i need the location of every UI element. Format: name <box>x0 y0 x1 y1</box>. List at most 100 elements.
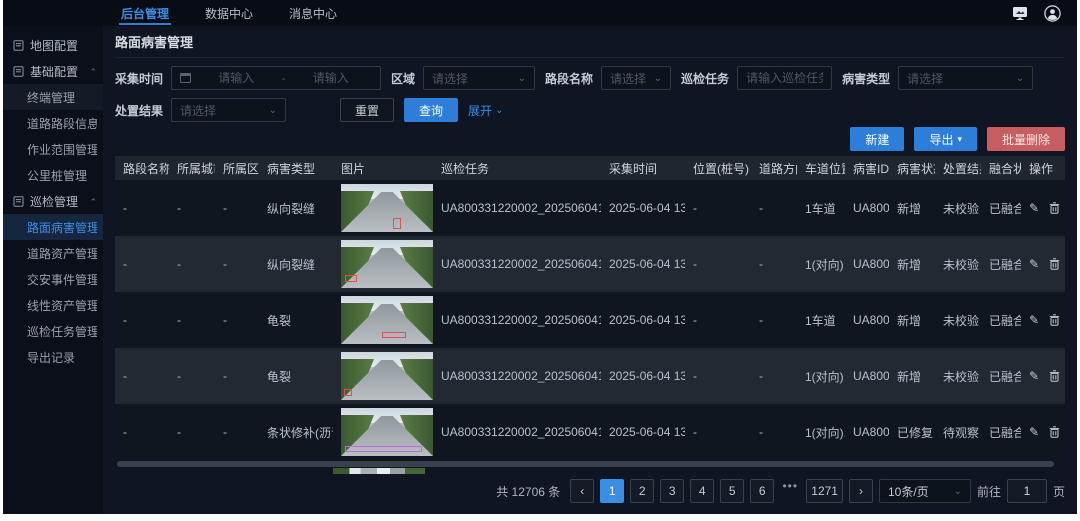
road-photo-thumbnail[interactable] <box>341 408 433 456</box>
filter-collect-time: 采集时间 - <box>115 66 381 90</box>
column-header-county: 所属区县 <box>215 160 259 177</box>
page-button-4[interactable]: 4 <box>690 479 714 503</box>
search-button[interactable]: 查询 <box>404 98 458 122</box>
edit-icon[interactable]: ✎ <box>1029 425 1039 439</box>
task-label: 巡检任务 <box>681 70 729 87</box>
goto-page-input[interactable] <box>1007 479 1047 503</box>
cell-fusion: 已融合 <box>981 424 1021 441</box>
task-input[interactable] <box>746 71 823 85</box>
result-select[interactable]: 请选择 ⌄ <box>171 98 286 122</box>
road-photo-thumbnail[interactable] <box>341 184 433 232</box>
scrollbar-thumb[interactable] <box>117 461 1054 467</box>
page-button-5[interactable]: 5 <box>720 479 744 503</box>
sidebar-item-export-records[interactable]: 导出记录 <box>3 344 103 370</box>
road-photo-thumbnail[interactable] <box>341 296 433 344</box>
region-select[interactable]: 请选择 ⌄ <box>423 66 535 90</box>
edit-icon[interactable]: ✎ <box>1029 257 1039 271</box>
sidebar-item-base-config[interactable]: 基础配置⌃ <box>3 58 103 84</box>
sidebar-item-inspection-task-mgmt[interactable]: 巡检任务管理 <box>3 318 103 344</box>
edit-icon[interactable]: ✎ <box>1029 201 1039 215</box>
chevron-down-icon: ⌄ <box>654 73 662 84</box>
disease-type-select[interactable]: 请选择 ⌄ <box>898 66 1033 90</box>
collect-time-range-input[interactable]: - <box>171 66 381 90</box>
cell-road: - <box>115 425 169 439</box>
page-button-6[interactable]: 6 <box>750 479 774 503</box>
sidebar-item-terminal-mgmt[interactable]: 终端管理 <box>3 84 103 110</box>
column-header-direction: 道路方向 <box>751 160 797 177</box>
batch-delete-button[interactable]: 批量删除 <box>987 127 1065 151</box>
cell-direction: - <box>751 201 797 215</box>
cell-lane: 1(对向) <box>797 256 845 273</box>
page-button-1271[interactable]: 1271 <box>806 479 843 503</box>
cell-status: 新增 <box>889 256 935 273</box>
edit-icon[interactable]: ✎ <box>1029 313 1039 327</box>
sidebar-item-label: 公里桩管理 <box>27 167 87 184</box>
cell-time: 2025-06-04 13:50 <box>601 369 685 383</box>
sidebar-item-linear-asset-mgmt[interactable]: 线性资产管理 <box>3 292 103 318</box>
cell-lane: 1车道 <box>797 312 845 329</box>
cell-stake: - <box>685 201 751 215</box>
column-header-road: 路段名称 <box>115 160 169 177</box>
tab-data-center[interactable]: 数据中心 <box>187 0 271 26</box>
pages-ellipsis[interactable]: ••• <box>780 479 800 503</box>
expand-label: 展开 <box>468 102 492 119</box>
sidebar-item-work-scope-mgmt[interactable]: 作业范围管理 <box>3 136 103 162</box>
cell-fusion: 已融合 <box>981 200 1021 217</box>
sidebar-item-traffic-event-mgmt[interactable]: 交安事件管理 <box>3 266 103 292</box>
sidebar-item-kilometer-post-mgmt[interactable]: 公里桩管理 <box>3 162 103 188</box>
reset-button[interactable]: 重置 <box>340 98 394 122</box>
column-header-ops: 操作 <box>1021 160 1075 177</box>
cell-lane: 1(对向) <box>797 368 845 385</box>
cell-county: - <box>215 425 259 439</box>
delete-icon[interactable] <box>1049 314 1060 326</box>
expand-filters-link[interactable]: 展开 ⌄ <box>468 102 503 119</box>
sidebar-item-road-section-info[interactable]: 道路路段信息 <box>3 110 103 136</box>
sidebar-item-road-disease-mgmt[interactable]: 路面病害管理 <box>3 214 103 240</box>
region-placeholder: 请选择 <box>432 70 468 87</box>
document-icon <box>13 66 24 77</box>
tab-backend[interactable]: 后台管理 <box>103 0 187 26</box>
filter-row-1: 采集时间 - 区域 请选择 ⌄ 路段名称 <box>115 66 1065 90</box>
cell-photo <box>333 352 433 400</box>
detection-box <box>393 218 401 230</box>
page-size-select[interactable]: 10条/页 ⌄ <box>879 479 971 503</box>
edit-icon[interactable]: ✎ <box>1029 369 1039 383</box>
page-button-3[interactable]: 3 <box>660 479 684 503</box>
sidebar-item-road-asset-mgmt[interactable]: 道路资产管理 <box>3 240 103 266</box>
cell-result: 未校验 <box>935 312 981 329</box>
export-button[interactable]: 导出 ▾ <box>914 127 977 151</box>
column-header-id: 病害ID <box>845 160 889 177</box>
column-header-lane: 车道位置 <box>797 160 845 177</box>
delete-icon[interactable] <box>1049 426 1060 438</box>
total-count: 共 12706 条 <box>496 483 560 500</box>
cell-ops: ✎ <box>1021 313 1075 327</box>
next-page-button[interactable]: › <box>849 479 873 503</box>
tab-message-center[interactable]: 消息中心 <box>271 0 355 26</box>
sidebar-item-inspection-mgmt[interactable]: 巡检管理⌃ <box>3 188 103 214</box>
cell-task: UA800331220002_20250604133852059 <box>433 425 601 439</box>
sidebar-item-label: 道路资产管理 <box>27 245 97 262</box>
cell-direction: - <box>751 425 797 439</box>
page-button-2[interactable]: 2 <box>630 479 654 503</box>
sidebar-item-map-config[interactable]: 地图配置 <box>3 32 103 58</box>
page-size-value: 10条/页 <box>888 483 929 500</box>
prev-page-button[interactable]: ‹ <box>570 479 594 503</box>
road-name-label: 路段名称 <box>545 70 593 87</box>
delete-icon[interactable] <box>1049 370 1060 382</box>
collect-time-end-input[interactable] <box>290 71 373 85</box>
collect-time-start-input[interactable] <box>195 71 278 85</box>
road-photo-thumbnail[interactable] <box>341 240 433 288</box>
calendar-icon <box>180 73 191 83</box>
road-name-select[interactable]: 请选择 ⌄ <box>601 66 671 90</box>
user-avatar-icon[interactable] <box>1043 4 1061 22</box>
create-button[interactable]: 新建 <box>850 127 904 151</box>
cell-task: UA800331220002_20250604133852059 <box>433 257 601 271</box>
delete-icon[interactable] <box>1049 258 1060 270</box>
road-photo-thumbnail[interactable] <box>341 352 433 400</box>
screen-monitor-icon[interactable] <box>1011 4 1029 22</box>
cell-result: 待观察 <box>935 424 981 441</box>
delete-icon[interactable] <box>1049 202 1060 214</box>
road-name-placeholder: 请选择 <box>610 70 646 87</box>
page-button-1[interactable]: 1 <box>600 479 624 503</box>
column-header-photo: 图片 <box>333 160 433 177</box>
